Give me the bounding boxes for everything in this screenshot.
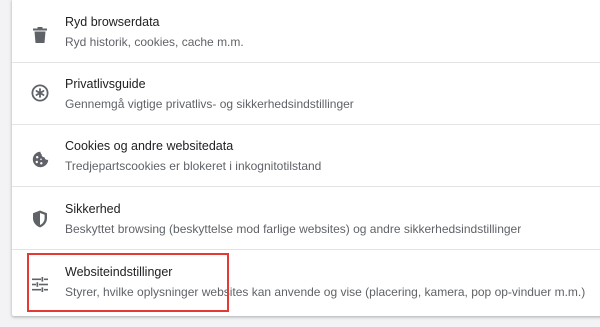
- row-title: Cookies og andre websitedata: [65, 139, 234, 153]
- row-subtitle: Tredjepartscookies er blokeret i inkogni…: [65, 159, 322, 173]
- row-title: Sikkerhed: [65, 202, 121, 216]
- divider: [12, 249, 600, 250]
- privacy-guide-icon: [30, 83, 50, 103]
- divider: [12, 186, 600, 187]
- row-cookies[interactable]: Cookies og andre websitedata Tredjeparts…: [12, 135, 600, 197]
- row-security[interactable]: Sikkerhed Beskyttet browsing (beskyttels…: [12, 198, 600, 260]
- cookie-icon: [30, 149, 50, 169]
- divider: [12, 124, 600, 125]
- row-title: Privatlivsguide: [65, 77, 146, 91]
- row-subtitle: Ryd historik, cookies, cache m.m.: [65, 35, 244, 49]
- row-title: Ryd browserdata: [65, 15, 160, 29]
- row-subtitle: Beskyttet browsing (beskyttelse mod farl…: [65, 222, 522, 236]
- row-site-settings[interactable]: Websiteindstillinger Styrer, hvilke oply…: [12, 261, 600, 323]
- row-privacy-guide[interactable]: Privatlivsguide Gennemgå vigtige privatl…: [12, 73, 600, 135]
- trash-icon: [30, 25, 50, 45]
- divider: [12, 62, 600, 63]
- row-title: Websiteindstillinger: [65, 265, 173, 279]
- shield-icon: [30, 209, 50, 229]
- row-subtitle: Styrer, hvilke oplysninger websites kan …: [65, 285, 586, 299]
- tune-sliders-icon: [30, 274, 50, 294]
- row-subtitle: Gennemgå vigtige privatlivs- og sikkerhe…: [65, 97, 354, 111]
- privacy-settings-panel: Ryd browserdata Ryd historik, cookies, c…: [12, 0, 600, 316]
